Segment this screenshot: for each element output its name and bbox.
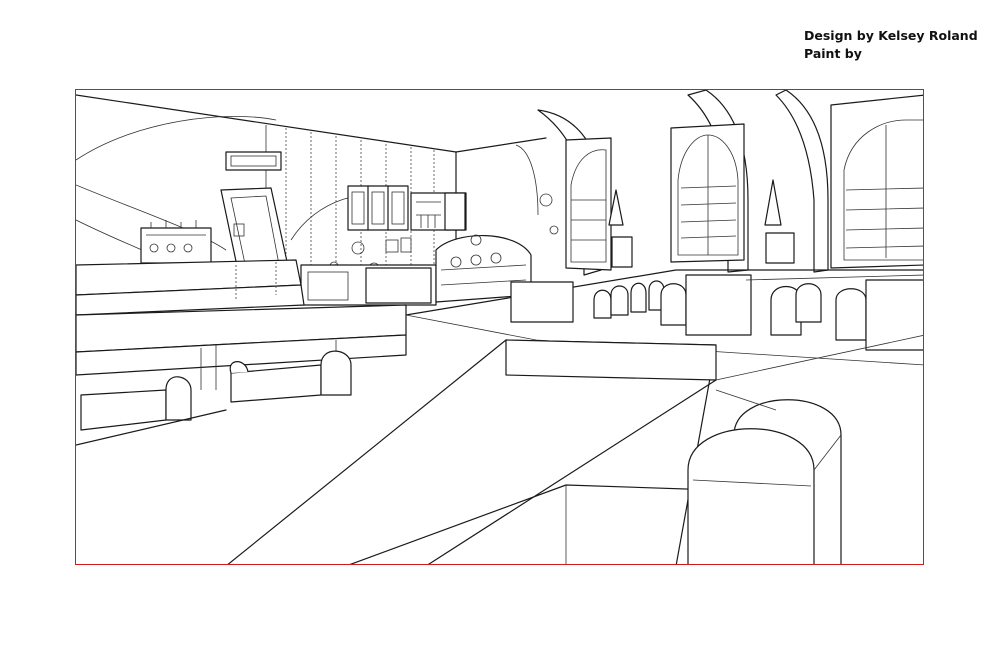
wall-sign [225, 151, 282, 171]
paint-credit: Paint by [804, 46, 862, 61]
service-counter [300, 234, 532, 306]
drawing-frame [75, 89, 924, 565]
design-credit: Design by Kelsey Roland [804, 28, 978, 43]
left-wall-stripes [515, 144, 559, 235]
foreground-booth-seats [687, 399, 842, 564]
credits-block: Design by Kelsey Roland Paint by [804, 27, 978, 63]
booth-seating-right [510, 274, 923, 351]
upper-cabinets [347, 185, 467, 231]
espresso-machine [140, 220, 212, 264]
cafe-interior-sketch [76, 90, 923, 564]
window-right [830, 94, 923, 269]
window-left [565, 137, 612, 271]
window-center [670, 123, 745, 263]
